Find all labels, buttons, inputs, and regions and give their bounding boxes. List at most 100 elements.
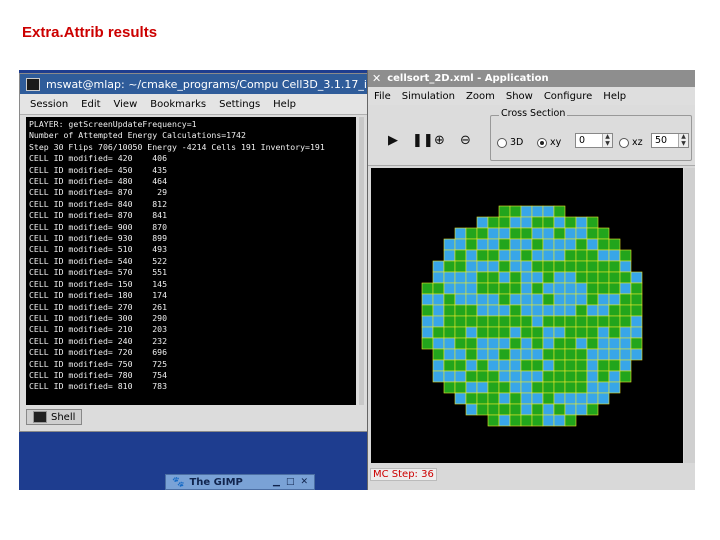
cell-green [443, 326, 456, 339]
cell-green [454, 304, 467, 317]
simulation-view[interactable] [371, 168, 683, 463]
menu-edit[interactable]: Edit [81, 99, 100, 110]
cell-blue [586, 392, 599, 405]
menu-simulation[interactable]: Simulation [402, 91, 455, 102]
terminal-line: PLAYER: getScreenUpdateFrequency=1 [29, 119, 197, 129]
slide-title: Extra.Attrib results [22, 24, 158, 41]
view-scrollbar[interactable] [684, 168, 695, 463]
xz-slice-input[interactable]: 50 ▲ ▼ [651, 133, 689, 148]
cell-blue [542, 282, 555, 295]
cell-green [542, 271, 555, 284]
cell-green [564, 326, 577, 339]
taskbar-gimp[interactable]: 🐾 The GIMP ▁ □ ✕ [165, 474, 315, 490]
cell-blue [476, 348, 489, 361]
terminal-window: mswat@mlap: ~/cmake_programs/Compu Cell3… [19, 73, 369, 432]
cell-green [575, 381, 588, 394]
cell-green [476, 370, 489, 383]
terminal-line: CELL ID modified= 780 754 [29, 369, 168, 380]
cell-blue [553, 216, 566, 229]
cell-green [553, 403, 566, 416]
menu-file[interactable]: File [374, 91, 391, 102]
terminal-line: Step 30 Flips 706/10050 Energy -4214 Cel… [29, 141, 325, 152]
cell-blue [553, 271, 566, 284]
menu-configure[interactable]: Configure [544, 91, 592, 102]
cell-green [509, 315, 522, 328]
minimize-icon[interactable]: ▁ [273, 477, 280, 487]
cell-blue [520, 337, 533, 350]
cell-blue [531, 249, 544, 262]
cell-blue [531, 370, 544, 383]
cell-blue [432, 337, 445, 350]
cell-green [542, 216, 555, 229]
radio-3d[interactable]: 3D [497, 137, 523, 148]
cell-blue [597, 348, 610, 361]
terminal-line: Number of Attempted Energy Calculations=… [29, 130, 246, 141]
cell-green [608, 271, 621, 284]
cell-green [465, 337, 478, 350]
menu-app-help[interactable]: Help [603, 91, 626, 102]
cell-blue [575, 227, 588, 240]
menu-bookmarks[interactable]: Bookmarks [150, 99, 206, 110]
cell-blue [454, 282, 467, 295]
cell-green [476, 315, 489, 328]
zoom-out-icon[interactable]: ⊖ [460, 133, 471, 148]
cell-blue [498, 227, 511, 240]
cell-blue [553, 326, 566, 339]
cell-green [509, 337, 522, 350]
menu-session[interactable]: Session [30, 99, 68, 110]
radio-xz[interactable]: xz [619, 137, 643, 148]
close-task-icon[interactable]: ✕ [300, 477, 308, 487]
cell-blue [564, 293, 577, 306]
cell-green [608, 282, 621, 295]
radio-xy[interactable]: xy [537, 137, 561, 148]
tab-shell[interactable]: Shell [26, 409, 83, 425]
cell-green [520, 249, 533, 262]
cell-blue [520, 381, 533, 394]
cell-blue [509, 238, 522, 251]
cell-green [542, 293, 555, 306]
zoom-in-icon[interactable]: ⊕ [434, 133, 445, 148]
menu-view[interactable]: View [114, 99, 138, 110]
cell-blue [443, 337, 456, 350]
cell-blue [586, 304, 599, 317]
cell-blue [531, 205, 544, 218]
cell-green [597, 359, 610, 372]
terminal-titlebar[interactable]: mswat@mlap: ~/cmake_programs/Compu Cell3… [20, 74, 368, 94]
cell-blue [630, 348, 643, 361]
cell-green [509, 414, 522, 427]
maximize-icon[interactable]: □ [286, 477, 295, 487]
application-titlebar[interactable]: ✕ cellsort_2D.xml - Application [368, 70, 695, 87]
cell-blue [575, 403, 588, 416]
cell-green [509, 392, 522, 405]
cell-green [531, 260, 544, 273]
cell-blue [509, 216, 522, 229]
terminal-output[interactable]: PLAYER: getScreenUpdateFrequency=1 Number… [26, 117, 356, 405]
cell-blue [520, 238, 533, 251]
terminal-line: CELL ID modified= 480 464 [29, 176, 168, 187]
cell-green [553, 260, 566, 273]
cell-blue [476, 216, 489, 229]
cell-green [432, 282, 445, 295]
cell-lattice [421, 205, 643, 427]
terminal-scrollbar[interactable] [359, 117, 364, 405]
xy-slice-input[interactable]: 0 ▲ ▼ [575, 133, 613, 148]
cell-green [509, 271, 522, 284]
cell-blue [487, 359, 500, 372]
cell-blue [465, 403, 478, 416]
menu-settings[interactable]: Settings [219, 99, 260, 110]
cell-green [553, 348, 566, 361]
close-icon[interactable]: ✕ [372, 72, 381, 85]
cell-green [619, 249, 632, 262]
cell-blue [597, 337, 610, 350]
menu-help[interactable]: Help [273, 99, 296, 110]
menu-zoom[interactable]: Zoom [466, 91, 495, 102]
cell-green [454, 315, 467, 328]
cell-blue [542, 326, 555, 339]
pause-icon[interactable]: ❚❚ [412, 133, 434, 148]
menu-show[interactable]: Show [506, 91, 533, 102]
cell-blue [520, 370, 533, 383]
cell-green [564, 337, 577, 350]
cell-blue [619, 359, 632, 372]
play-icon[interactable]: ▶ [388, 133, 398, 148]
cell-blue [630, 271, 643, 284]
